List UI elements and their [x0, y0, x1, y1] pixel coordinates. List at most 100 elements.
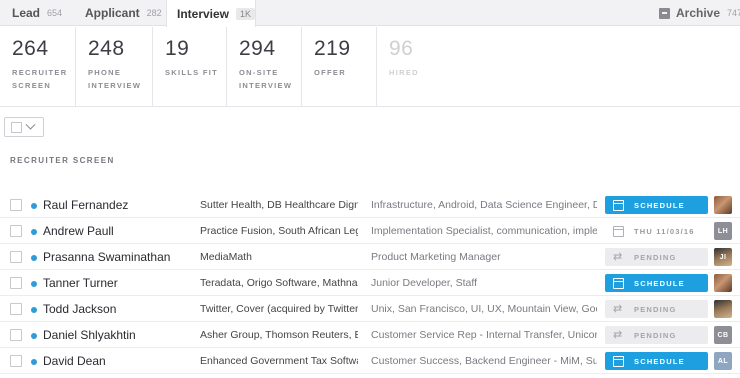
- avatar[interactable]: [714, 196, 732, 214]
- candidate-organizations: MediaMath: [200, 251, 252, 263]
- avatar[interactable]: AL: [714, 352, 732, 370]
- pending-status[interactable]: ⇄ PENDING: [605, 248, 708, 266]
- pending-status[interactable]: ⇄ PENDING: [605, 300, 708, 318]
- stage-count: 264: [12, 37, 49, 60]
- stage-count: 294: [239, 37, 276, 60]
- tab-archive[interactable]: Archive 747: [659, 0, 740, 26]
- stage-label: SKILLS FIT: [165, 68, 218, 77]
- candidate-organizations: Twitter, Cover (acquired by Twitter), F.…: [200, 303, 358, 315]
- unread-dot-icon: [31, 203, 37, 209]
- stage-offer[interactable]: 219 OFFER: [302, 27, 377, 107]
- stage-label: PHONE INTERVIEW: [88, 68, 142, 90]
- table-row[interactable]: Daniel Shlyakhtin Asher Group, Thomson R…: [0, 322, 740, 348]
- tab-count: 282: [146, 8, 162, 18]
- table-row[interactable]: Andrew Paull Practice Fusion, South Afri…: [0, 218, 740, 244]
- candidate-name[interactable]: Raul Fernandez: [43, 192, 193, 218]
- calendar-icon: [613, 225, 624, 237]
- row-checkbox[interactable]: [10, 251, 22, 263]
- row-checkbox[interactable]: [10, 199, 22, 211]
- tab-applicant[interactable]: Applicant 282: [85, 0, 162, 26]
- candidate-organizations: Sutter Health, DB Healthcare Dignity ...: [200, 199, 358, 211]
- avatar[interactable]: JI: [714, 248, 732, 266]
- candidate-name[interactable]: Andrew Paull: [43, 218, 193, 244]
- bulk-select-dropdown[interactable]: [4, 117, 44, 137]
- unread-dot-icon: [31, 307, 37, 313]
- swap-arrows-icon: ⇄: [613, 250, 624, 263]
- chevron-down-icon: [25, 119, 36, 130]
- candidate-tags: Customer Service Rep - Internal Transfer…: [371, 329, 597, 341]
- action-label: PENDING: [634, 330, 677, 340]
- swap-arrows-icon: ⇄: [613, 302, 624, 315]
- calendar-icon: [613, 355, 624, 367]
- candidate-name[interactable]: David Dean: [43, 348, 193, 374]
- candidate-list: Raul Fernandez Sutter Health, DB Healthc…: [0, 192, 740, 374]
- tab-label: Archive: [676, 6, 721, 20]
- candidate-tags: Infrastructure, Android, Data Science En…: [371, 199, 597, 211]
- candidate-name[interactable]: Daniel Shlyakhtin: [43, 322, 193, 348]
- stage-on-site-interview[interactable]: 294 ON-SITE INTERVIEW: [227, 27, 302, 107]
- candidate-name[interactable]: Tanner Turner: [43, 270, 193, 296]
- action-label: SCHEDULE: [634, 278, 685, 288]
- action-label: SCHEDULE: [634, 200, 685, 210]
- row-checkbox[interactable]: [10, 329, 22, 341]
- stage-count: 219: [314, 37, 351, 60]
- row-checkbox[interactable]: [10, 303, 22, 315]
- stage-skills-fit[interactable]: 19 SKILLS FIT: [153, 27, 227, 107]
- table-row[interactable]: Tanner Turner Teradata, Origo Software, …: [0, 270, 740, 296]
- swap-arrows-icon: ⇄: [613, 328, 624, 341]
- tab-label: Interview: [177, 6, 230, 21]
- action-label: PENDING: [634, 304, 677, 314]
- candidate-organizations: Teradata, Origo Software, Mathnasiu...: [200, 277, 358, 289]
- candidate-organizations: Enhanced Government Tax Software, ...: [200, 355, 358, 367]
- stage-label: ON-SITE INTERVIEW: [239, 68, 293, 90]
- select-all-checkbox[interactable]: [11, 121, 22, 133]
- avatar[interactable]: CB: [714, 326, 732, 344]
- stage-phone-interview[interactable]: 248 PHONE INTERVIEW: [76, 27, 153, 107]
- row-checkbox[interactable]: [10, 355, 22, 367]
- candidate-tags: Junior Developer, Staff: [371, 277, 478, 289]
- avatar[interactable]: [714, 274, 732, 292]
- unread-dot-icon: [31, 255, 37, 261]
- unread-dot-icon: [31, 229, 37, 235]
- row-checkbox[interactable]: [10, 225, 22, 237]
- stage-label: HIRED: [389, 68, 419, 77]
- stage-label: RECRUITER SCREEN: [12, 68, 68, 90]
- pending-status[interactable]: ⇄ PENDING: [605, 326, 708, 344]
- candidate-organizations: Asher Group, Thomson Reuters, Borla...: [200, 329, 358, 341]
- tab-count: 654: [47, 8, 63, 18]
- schedule-button[interactable]: SCHEDULE: [605, 196, 708, 214]
- tab-interview[interactable]: Interview 1K: [166, 0, 256, 27]
- action-label: PENDING: [634, 252, 677, 262]
- tab-count: 1K: [236, 7, 256, 20]
- stage-recruiter-screen[interactable]: 264 RECRUITER SCREEN: [0, 27, 76, 107]
- scheduled-date[interactable]: THU 11/03/16: [605, 222, 708, 240]
- candidate-name[interactable]: Todd Jackson: [43, 296, 193, 322]
- stage-label: OFFER: [314, 68, 346, 77]
- tab-lead[interactable]: Lead 654: [12, 0, 62, 26]
- candidate-name[interactable]: Prasanna Swaminathan: [43, 244, 193, 270]
- table-row[interactable]: Prasanna Swaminathan MediaMath Product M…: [0, 244, 740, 270]
- candidate-tags: Implementation Specialist, communication…: [371, 225, 597, 237]
- candidate-organizations: Practice Fusion, South African Legisla..…: [200, 225, 358, 237]
- stage-summary: 264 RECRUITER SCREEN 248 PHONE INTERVIEW 1…: [0, 27, 740, 107]
- candidate-tags: Customer Success, Backend Engineer - MiM…: [371, 355, 597, 367]
- action-label: SCHEDULE: [634, 356, 685, 366]
- avatar[interactable]: LH: [714, 222, 732, 240]
- stage-hired[interactable]: 96 HIRED: [377, 27, 457, 107]
- schedule-button[interactable]: SCHEDULE: [605, 352, 708, 370]
- tab-label: Lead: [12, 6, 41, 20]
- candidate-tags: Unix, San Francisco, UI, UX, Mountain Vi…: [371, 303, 597, 315]
- candidate-tags: Product Marketing Manager: [371, 251, 501, 263]
- section-title: RECRUITER SCREEN: [10, 156, 115, 165]
- table-row[interactable]: Raul Fernandez Sutter Health, DB Healthc…: [0, 192, 740, 218]
- stage-count: 96: [389, 37, 414, 60]
- unread-dot-icon: [31, 333, 37, 339]
- tab-label: Applicant: [85, 6, 140, 20]
- avatar[interactable]: [714, 300, 732, 318]
- unread-dot-icon: [31, 359, 37, 365]
- stage-count: 248: [88, 37, 125, 60]
- table-row[interactable]: Todd Jackson Twitter, Cover (acquired by…: [0, 296, 740, 322]
- row-checkbox[interactable]: [10, 277, 22, 289]
- table-row[interactable]: David Dean Enhanced Government Tax Softw…: [0, 348, 740, 374]
- schedule-button[interactable]: SCHEDULE: [605, 274, 708, 292]
